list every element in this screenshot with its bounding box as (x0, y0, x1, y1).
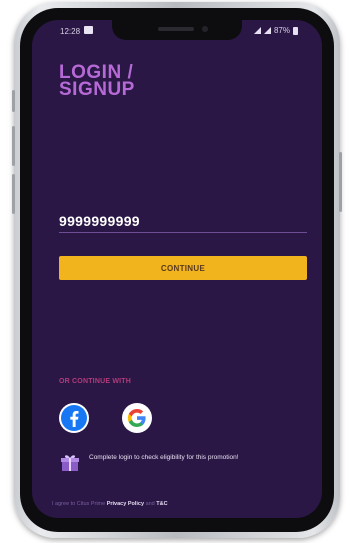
phone-volume-button-up (12, 126, 15, 166)
gift-icon (61, 455, 79, 471)
google-icon (127, 409, 146, 427)
terms-and-text: and (145, 501, 155, 507)
speaker-grille (158, 27, 194, 31)
google-login-button[interactable] (122, 403, 152, 433)
battery-icon (293, 26, 298, 35)
or-continue-with-label: OR CONTINUE WITH (59, 378, 132, 385)
front-camera (202, 26, 208, 32)
battery-percent: 87% (273, 26, 290, 35)
phone-number-input[interactable] (59, 210, 307, 233)
status-indicators: 87% (253, 26, 298, 35)
app-screen: 12:28 87% LOGIN / SIGNUP CONTINUE OR CON… (32, 20, 322, 518)
status-time: 12:28 (60, 27, 81, 36)
phone-power-button (339, 152, 342, 212)
terms-conditions-link[interactable]: T&C (156, 501, 167, 507)
continue-button[interactable]: CONTINUE (59, 256, 307, 280)
promo-notice: Complete login to check eligibility for … (59, 452, 309, 476)
phone-notch (112, 20, 242, 40)
signal-icon (263, 27, 271, 34)
terms-prefix: I agree to Citus Prime (52, 501, 106, 507)
signal-icon (253, 27, 261, 34)
page-title: LOGIN / SIGNUP (59, 62, 135, 100)
notification-icon (84, 26, 93, 34)
phone-volume-button-down (12, 174, 15, 214)
privacy-policy-link[interactable]: Privacy Policy (107, 501, 144, 507)
terms-footer: I agree to Citus Prime Privacy Policy an… (52, 501, 312, 507)
facebook-icon (61, 405, 87, 431)
phone-side-button-left (12, 90, 15, 112)
promo-text: Complete login to check eligibility for … (89, 454, 239, 461)
facebook-login-button[interactable] (59, 403, 89, 433)
